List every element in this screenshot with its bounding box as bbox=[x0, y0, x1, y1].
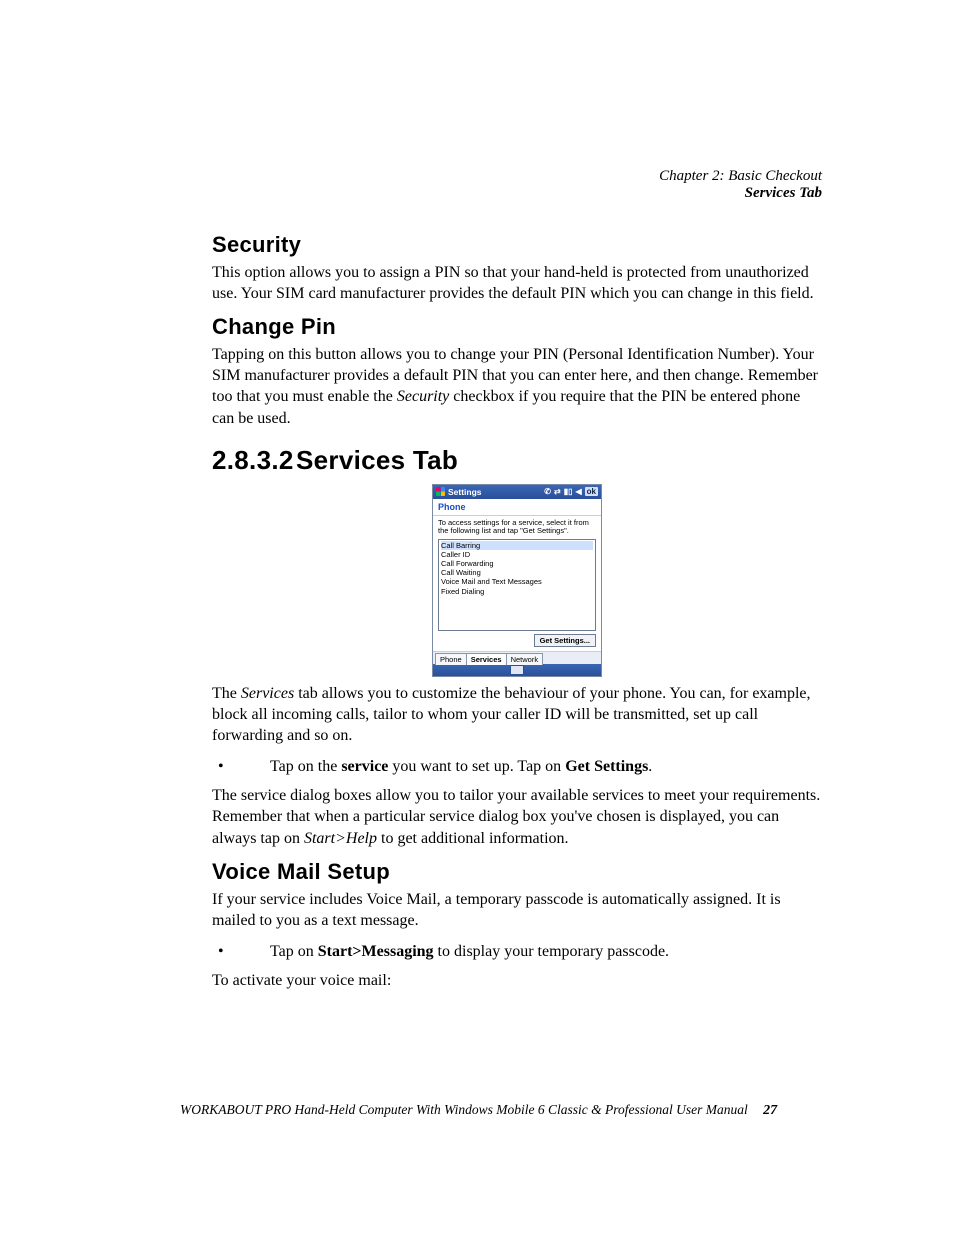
tab-network: Network bbox=[506, 653, 544, 665]
section-title: Services Tab bbox=[296, 445, 458, 475]
page-header: Chapter 2: Basic Checkout Services Tab bbox=[212, 168, 822, 202]
footer-text: WORKABOUT PRO Hand-Held Computer With Wi… bbox=[180, 1102, 748, 1117]
bold-start-messaging: Start>Messaging bbox=[318, 943, 434, 960]
services-bullet-1: •Tap on the service you want to set up. … bbox=[212, 756, 822, 777]
list-item: Fixed Dialing bbox=[441, 587, 593, 596]
text-run: to display your temporary passcode. bbox=[434, 943, 670, 960]
screenshot-footer bbox=[433, 664, 601, 676]
bullet-marker: • bbox=[244, 941, 270, 962]
page-footer: WORKABOUT PRO Hand-Held Computer With Wi… bbox=[180, 1102, 830, 1119]
screenshot-tabs: Phone Services Network bbox=[433, 651, 601, 664]
heading-voice-mail: Voice Mail Setup bbox=[212, 859, 822, 885]
screenshot-service-list: Call Barring Caller ID Call Forwarding C… bbox=[438, 539, 596, 631]
page-number: 27 bbox=[763, 1103, 777, 1118]
text-run: . bbox=[648, 758, 652, 775]
heading-services-tab: 2.8.3.2Services Tab bbox=[212, 445, 822, 476]
tab-services: Services bbox=[466, 653, 507, 665]
sync-icon: ⇄ bbox=[554, 487, 561, 496]
header-section: Services Tab bbox=[212, 185, 822, 202]
bold-get-settings: Get Settings bbox=[565, 758, 648, 775]
services-paragraph-1: The Services tab allows you to customize… bbox=[212, 683, 822, 746]
heading-change-pin: Change Pin bbox=[212, 314, 822, 340]
voicemail-bullet-1: •Tap on Start>Messaging to display your … bbox=[212, 941, 822, 962]
screenshot-body: To access settings for a service, select… bbox=[433, 516, 601, 651]
screenshot-subtitle: Phone bbox=[433, 499, 601, 516]
bold-service: service bbox=[341, 758, 388, 775]
screenshot-button-row: Get Settings... bbox=[438, 631, 596, 649]
windows-flag-icon bbox=[436, 487, 445, 496]
tab-phone: Phone bbox=[435, 653, 467, 665]
text-run: The bbox=[212, 685, 241, 702]
screenshot-container: Settings ✆ ⇄ ▮▯ ◀ ok Phone To access set… bbox=[212, 484, 822, 677]
ok-button: ok bbox=[585, 487, 598, 496]
list-item: Call Barring bbox=[441, 541, 593, 550]
text-run: you want to set up. Tap on bbox=[388, 758, 565, 775]
page-content: Chapter 2: Basic Checkout Services Tab S… bbox=[212, 168, 822, 1001]
get-settings-button: Get Settings... bbox=[534, 634, 596, 647]
header-chapter: Chapter 2: Basic Checkout bbox=[212, 168, 822, 185]
text-run: Tap on bbox=[270, 943, 318, 960]
voicemail-paragraph-1: If your service includes Voice Mail, a t… bbox=[212, 889, 822, 931]
emphasis-start-help: Start>Help bbox=[304, 830, 377, 847]
voicemail-paragraph-2: To activate your voice mail: bbox=[212, 970, 822, 991]
services-paragraph-2: The service dialog boxes allow you to ta… bbox=[212, 785, 822, 848]
bullet-marker: • bbox=[244, 756, 270, 777]
screenshot-title-text: Settings bbox=[448, 487, 482, 497]
list-item: Call Waiting bbox=[441, 568, 593, 577]
phone-icon: ✆ bbox=[544, 487, 551, 496]
list-item: Voice Mail and Text Messages bbox=[441, 577, 593, 586]
text-run: Tap on the bbox=[270, 758, 341, 775]
keyboard-icon bbox=[510, 665, 524, 675]
list-item: Call Forwarding bbox=[441, 559, 593, 568]
emphasis-services: Services bbox=[241, 685, 294, 702]
speaker-icon: ◀ bbox=[576, 487, 582, 496]
section-number: 2.8.3.2 bbox=[212, 445, 296, 476]
embedded-screenshot: Settings ✆ ⇄ ▮▯ ◀ ok Phone To access set… bbox=[432, 484, 602, 677]
signal-icon: ▮▯ bbox=[564, 487, 573, 496]
text-run: to get additional information. bbox=[377, 830, 569, 847]
emphasis-security: Security bbox=[397, 388, 449, 405]
text-run: tab allows you to customize the behaviou… bbox=[212, 685, 811, 744]
screenshot-instruction: To access settings for a service, select… bbox=[438, 519, 596, 536]
change-pin-paragraph: Tapping on this button allows you to cha… bbox=[212, 344, 822, 428]
heading-security: Security bbox=[212, 232, 822, 258]
list-item: Caller ID bbox=[441, 550, 593, 559]
screenshot-titlebar: Settings ✆ ⇄ ▮▯ ◀ ok bbox=[433, 485, 601, 499]
security-paragraph: This option allows you to assign a PIN s… bbox=[212, 262, 822, 304]
